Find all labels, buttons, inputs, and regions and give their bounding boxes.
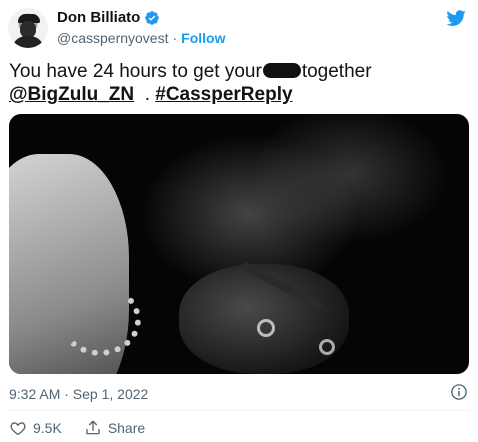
tweet-timestamp[interactable]: 9:32 AM · Sep 1, 2022 bbox=[9, 385, 148, 403]
follow-button[interactable]: Follow bbox=[181, 29, 225, 47]
author-handle-row: @casspernyovest · Follow bbox=[57, 29, 225, 47]
verified-badge-icon bbox=[145, 11, 160, 25]
divider bbox=[9, 410, 469, 411]
like-count: 9.5K bbox=[33, 420, 62, 436]
info-icon[interactable] bbox=[450, 383, 468, 401]
heart-icon bbox=[10, 422, 26, 436]
share-button[interactable]: Share bbox=[84, 418, 145, 438]
tweet-actions: 9.5K Share bbox=[9, 418, 145, 438]
mention-link[interactable]: @BigZulu_ZN bbox=[9, 84, 134, 105]
handle-separator: · bbox=[172, 30, 178, 46]
tweet-separator: . bbox=[144, 84, 150, 105]
like-button[interactable]: 9.5K bbox=[9, 418, 62, 438]
share-icon bbox=[86, 420, 100, 435]
tweet-video[interactable] bbox=[9, 114, 469, 374]
author-handle[interactable]: @casspernyovest bbox=[57, 29, 168, 47]
author-display-name[interactable]: Don Billiato bbox=[57, 9, 140, 27]
author-name-row: Don Billiato bbox=[57, 9, 160, 27]
tweet-card: Don Billiato @casspernyovest · Follow Yo… bbox=[0, 0, 478, 442]
avatar[interactable] bbox=[8, 8, 48, 48]
hashtag-link[interactable]: #CassperReply bbox=[155, 84, 292, 105]
tweet-text: You have 24 hours to get your together @B… bbox=[9, 60, 469, 106]
tweet-text-after: together bbox=[301, 61, 372, 82]
twitter-bird-icon[interactable] bbox=[445, 8, 467, 28]
tweet-text-before: You have 24 hours to get your bbox=[9, 61, 262, 82]
redacted-word bbox=[262, 63, 301, 78]
share-label: Share bbox=[107, 420, 146, 436]
